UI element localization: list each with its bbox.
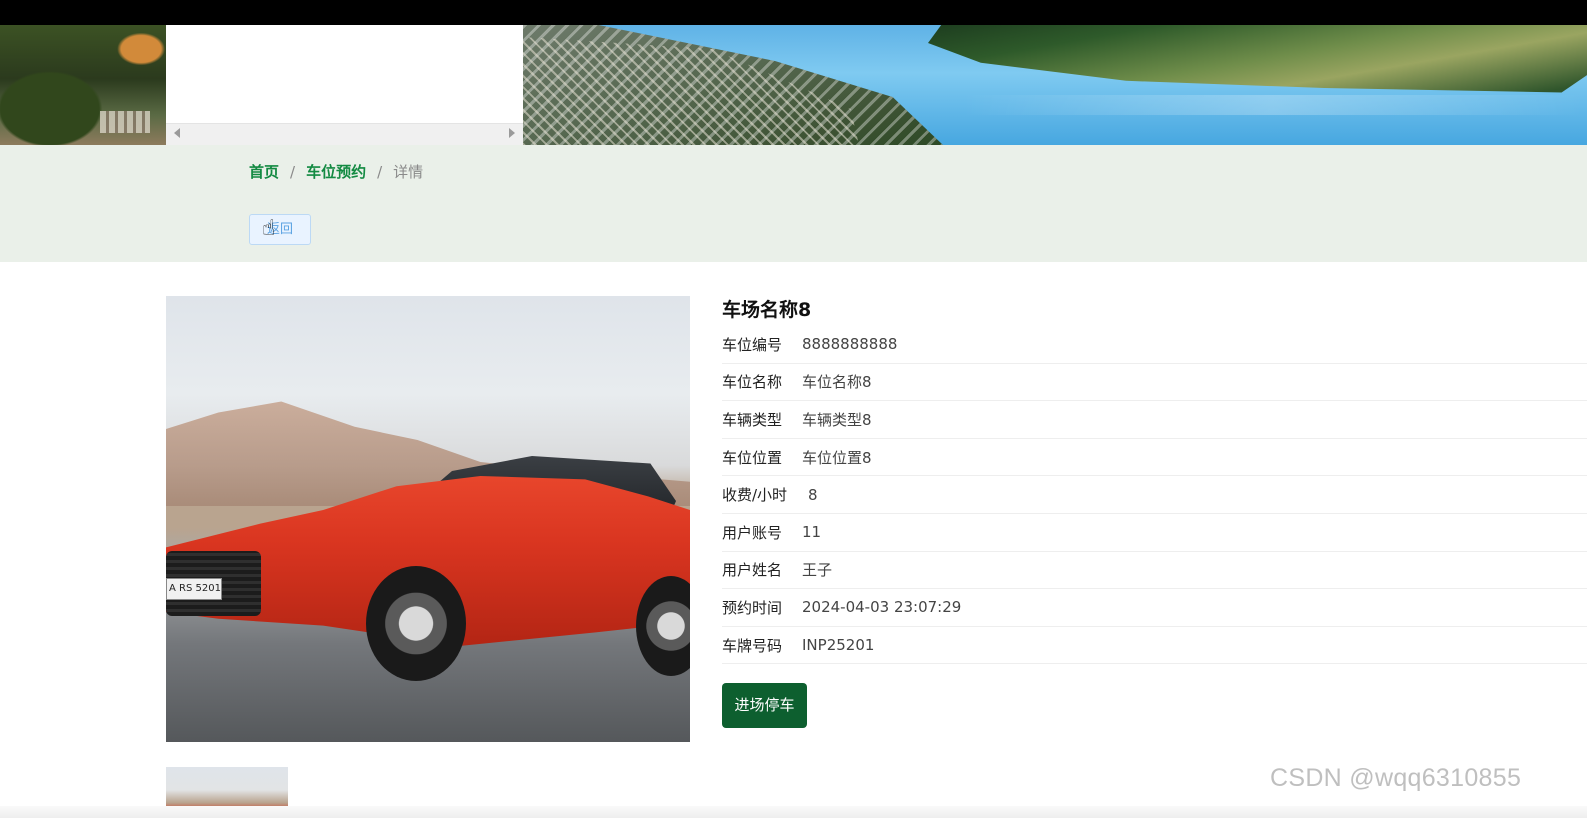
field-value: 车位位置8 xyxy=(802,448,872,467)
banner-carousel[interactable] xyxy=(0,25,1587,145)
detail-panel: 车场名称8 车位编号 8888888888 车位名称 车位名称8 车辆类型 车辆… xyxy=(722,296,1587,665)
detail-row-space-name: 车位名称 车位名称8 xyxy=(722,364,1587,402)
field-label: 车位编号 xyxy=(722,335,783,354)
banner-slide-previous xyxy=(0,25,166,145)
field-label: 用户账号 xyxy=(722,523,783,542)
breadcrumb: 首页 / 车位预约 / 详情 xyxy=(249,161,423,182)
breadcrumb-separator: / xyxy=(290,162,296,181)
back-button[interactable]: 返回 xyxy=(249,214,311,245)
top-black-bar xyxy=(0,0,1587,25)
bottom-edge xyxy=(0,806,1587,818)
field-label: 收费/小时 xyxy=(722,486,788,505)
detail-row-hourly-fee: 收费/小时 8 xyxy=(722,476,1587,514)
detail-row-user-account: 用户账号 11 xyxy=(722,514,1587,552)
detail-row-plate-number: 车牌号码 INP25201 xyxy=(722,627,1587,665)
detail-row-space-location: 车位位置 车位位置8 xyxy=(722,439,1587,477)
breadcrumb-current: 详情 xyxy=(393,163,424,181)
watermark: CSDN @wqq6310855 xyxy=(1270,764,1522,792)
car-plate: A RS 5201 xyxy=(166,578,222,600)
field-value: 王子 xyxy=(802,561,833,580)
field-value: 车位名称8 xyxy=(802,373,872,392)
field-value: INP25201 xyxy=(802,636,875,655)
field-value: 11 xyxy=(802,523,822,542)
horizontal-scrollbar[interactable] xyxy=(166,123,523,145)
lot-title: 车场名称8 xyxy=(722,299,812,321)
field-label: 车位名称 xyxy=(722,373,783,392)
field-value: 车辆类型8 xyxy=(802,410,872,429)
field-value: 2024-04-03 23:07:29 xyxy=(802,598,962,617)
field-label: 预约时间 xyxy=(722,598,783,617)
detail-row-vehicle-type: 车辆类型 车辆类型8 xyxy=(722,401,1587,439)
breadcrumb-reservation[interactable]: 车位预约 xyxy=(306,161,366,182)
parking-spot-photo: A RS 5201 xyxy=(166,296,690,742)
breadcrumb-home[interactable]: 首页 xyxy=(249,161,279,182)
field-label: 车辆类型 xyxy=(722,410,783,429)
banner-slide-lake xyxy=(523,25,1587,145)
field-label: 车牌号码 xyxy=(722,636,783,655)
field-label: 用户姓名 xyxy=(722,561,783,580)
breadcrumb-separator: / xyxy=(377,162,383,181)
detail-row-space-number: 车位编号 8888888888 xyxy=(722,326,1587,364)
detail-row-user-name: 用户姓名 王子 xyxy=(722,552,1587,590)
scroll-left-icon[interactable] xyxy=(174,128,180,138)
field-label: 车位位置 xyxy=(722,448,783,467)
breadcrumb-band: 首页 / 车位预约 / 详情 返回 xyxy=(0,145,1587,262)
scroll-right-icon[interactable] xyxy=(509,128,515,138)
field-value: 8 xyxy=(808,485,818,504)
field-value: 8888888888 xyxy=(802,335,898,354)
enter-parking-button[interactable]: 进场停车 xyxy=(722,683,807,728)
detail-row-reservation-time: 预约时间 2024-04-03 23:07:29 xyxy=(722,589,1587,627)
